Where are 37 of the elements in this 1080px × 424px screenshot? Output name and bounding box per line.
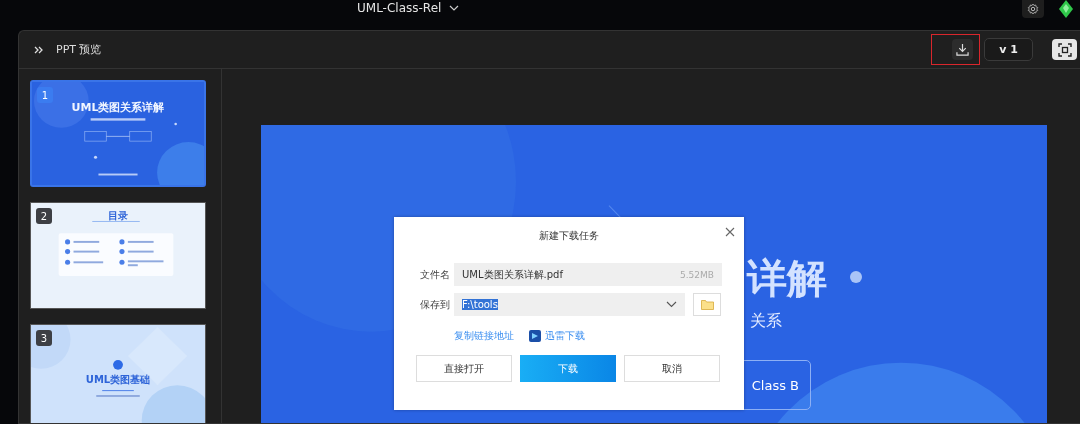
version-button[interactable]: v 1 (984, 38, 1033, 61)
slide-subtitle: 关系 (750, 311, 782, 332)
fullscreen-icon (1057, 42, 1072, 57)
app-logo-icon[interactable] (1058, 0, 1074, 18)
settings-icon (1027, 3, 1039, 15)
slide-number: 1 (37, 87, 53, 103)
slide-thumbnail[interactable]: 1 UML类图关系详解 (30, 80, 206, 187)
slide-title: 目录 (108, 209, 128, 223)
download-icon (956, 43, 969, 56)
panel-title: PPT 预览 (56, 42, 102, 57)
copy-link[interactable]: 复制链接地址 (454, 329, 514, 343)
dialog-title: 新建下载任务 (539, 229, 599, 243)
folder-icon (700, 299, 714, 310)
download-link[interactable]: 迅雷下载 (545, 329, 585, 343)
app-icon[interactable] (529, 330, 541, 342)
dot-icon (850, 271, 862, 283)
expand-icon[interactable] (34, 45, 44, 54)
save-path-dropdown[interactable]: F:\tools (454, 293, 685, 316)
filename-field[interactable]: UML类图关系详解.pdf 5.52MB (454, 263, 722, 286)
dialog-button[interactable]: 取消 (624, 355, 720, 382)
dialog-button[interactable]: 直接打开 (416, 355, 512, 382)
settings-button[interactable] (1022, 0, 1044, 18)
slide-number: 3 (36, 330, 52, 346)
slide-title: UML类图基础 (85, 373, 151, 387)
fullscreen-button[interactable] (1052, 39, 1077, 60)
slide-thumbnail[interactable]: 2 目录 (30, 202, 206, 309)
field-label: 文件名 (420, 267, 451, 282)
chevron-down-icon[interactable] (449, 5, 460, 11)
document-title[interactable]: UML-Class-Rel (357, 1, 442, 15)
close-icon[interactable] (725, 227, 735, 237)
slide-title: 详解 (747, 254, 827, 303)
field-label: 保存到 (420, 297, 451, 312)
slide-title: UML类图关系详解 (71, 100, 165, 115)
slide-number: 2 (36, 208, 52, 224)
chevron-down-icon (666, 301, 677, 308)
slide-thumbnail[interactable]: 3 UML类图基础 (30, 324, 206, 423)
download-button[interactable] (952, 39, 973, 60)
